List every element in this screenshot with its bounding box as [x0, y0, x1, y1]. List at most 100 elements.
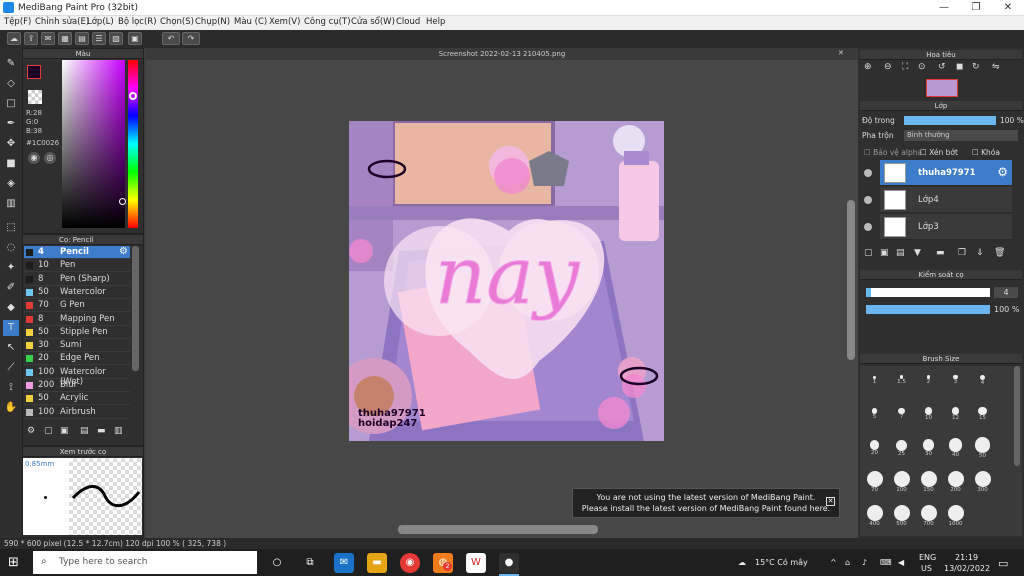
fit-icon[interactable]: ⛶	[902, 62, 908, 72]
brush-size-option[interactable]: 400	[862, 504, 887, 536]
operation-tool-icon[interactable]: ↖	[3, 340, 19, 356]
comment-icon[interactable]: ✉	[41, 32, 55, 45]
new-halftone-layer-icon[interactable]: ▣	[880, 248, 889, 258]
hand-tool-icon[interactable]: ✋	[3, 400, 19, 416]
brush-size-option[interactable]: 70	[862, 470, 887, 502]
cloud-icon[interactable]: ☁	[7, 32, 21, 45]
menu-window[interactable]: Cửa sổ(W)	[351, 17, 395, 27]
rotate-left-icon[interactable]: ↺	[938, 62, 946, 72]
new-brush-icon[interactable]: ▢	[44, 426, 53, 436]
minimize-button[interactable]: —	[928, 0, 960, 16]
select-tool-icon[interactable]: ⬚	[3, 220, 19, 236]
brush-size-option[interactable]: 500	[889, 504, 914, 536]
menu-color[interactable]: Màu (C)	[234, 17, 267, 27]
update-notice[interactable]: You are not using the latest version of …	[572, 488, 840, 518]
brush-size-slider[interactable]	[866, 288, 990, 297]
brush-size-option[interactable]: 300	[970, 470, 995, 502]
brush-size-option[interactable]: 50	[970, 436, 995, 468]
brush-size-option[interactable]: 15	[970, 402, 995, 434]
medibang-taskbar-icon[interactable]: ●	[499, 553, 519, 573]
brush-size-option[interactable]: 1	[862, 368, 887, 400]
tray-chevron-icon[interactable]: ^	[830, 558, 837, 567]
menu-select[interactable]: Chọn(S)	[160, 17, 194, 27]
brush-delete-icon[interactable]: ▥	[114, 426, 123, 436]
undo-icon[interactable]: ↶	[162, 32, 180, 45]
layer-visibility-icon[interactable]	[864, 196, 872, 204]
layer-settings-icon[interactable]: ⚙	[997, 165, 1008, 179]
brush-item[interactable]: 10 Pen	[24, 259, 130, 273]
document-tab[interactable]: Screenshot 2022-02-13 210405.png	[146, 48, 858, 60]
pen-tool-icon[interactable]: ✒	[3, 116, 19, 132]
duplicate-layer-icon[interactable]: ❐	[958, 248, 966, 258]
taskbar-search[interactable]: ⌕ Type here to search	[33, 551, 257, 574]
menu-layer[interactable]: Lớp(L)	[87, 17, 114, 27]
windows-start-icon[interactable]: ⊞	[8, 555, 19, 570]
eraser-tool-icon[interactable]: ◇	[3, 76, 19, 92]
speaker-icon[interactable]: ◀	[898, 558, 904, 567]
rect-tool-icon[interactable]: □	[3, 96, 19, 112]
brush-size-option[interactable]: 30	[916, 436, 941, 468]
task-view-icon[interactable]: ⧉	[300, 553, 320, 573]
brush-size-option[interactable]: 1.5	[889, 368, 914, 400]
brush-item[interactable]: 50 Stipple Pen	[24, 326, 130, 339]
canvas-horizontal-scrollbar[interactable]	[398, 525, 598, 534]
brush-item[interactable]: 100 Watercolor (Wet)	[24, 366, 130, 387]
brush-size-option[interactable]: 3	[943, 368, 968, 400]
flip-icon[interactable]: ⇋	[992, 62, 1000, 72]
brush-size-option[interactable]: 200	[943, 470, 968, 502]
layer-visibility-icon[interactable]	[864, 223, 872, 231]
weather-text[interactable]: 15°C Có mây	[755, 558, 808, 567]
sv-cursor[interactable]	[119, 198, 126, 205]
navigator-thumbnail[interactable]	[926, 79, 958, 97]
select-pen-icon[interactable]: ✐	[3, 280, 19, 296]
layer-row[interactable]: thuha97971 ⚙	[880, 160, 1012, 186]
layer-opacity-slider[interactable]	[904, 116, 996, 125]
brush-item[interactable]: 50 Acrylic	[24, 392, 130, 406]
brush-size-option[interactable]: 2	[916, 368, 941, 400]
palette-add-icon[interactable]: ◎	[44, 152, 56, 164]
merge-layer-icon[interactable]: ⇓	[976, 248, 984, 258]
brush-size-option[interactable]: 10	[916, 402, 941, 434]
network-icon[interactable]: ⌂	[845, 558, 850, 567]
brush-folder-icon[interactable]: ▬	[97, 426, 106, 436]
input-lang-2[interactable]: US	[921, 564, 932, 573]
gradient-tool-icon[interactable]: ▥	[3, 196, 19, 212]
fill-shape-icon[interactable]: ■	[3, 156, 19, 172]
brush-settings-icon[interactable]: ⚙	[119, 246, 128, 257]
brush-tool-icon[interactable]: ✎	[3, 56, 19, 72]
brush-item[interactable]: 8 Pen (Sharp)	[24, 273, 130, 286]
brush-item[interactable]: 20 Edge Pen	[24, 352, 130, 366]
snap-icon[interactable]: ▧	[109, 32, 123, 45]
brush-add-icon[interactable]: ⚙	[27, 426, 35, 436]
palette-icon[interactable]: ◉	[28, 152, 40, 164]
layer-menu-icon[interactable]: ▼	[914, 248, 921, 258]
hue-slider[interactable]	[128, 60, 138, 228]
text-tool-icon[interactable]: T	[3, 320, 19, 336]
doc-close-icon[interactable]: ✕	[838, 49, 844, 57]
menu-edit[interactable]: Chỉnh sửa(E)	[35, 17, 89, 27]
notice-close-icon[interactable]: ✕	[826, 497, 835, 506]
brush-size-option[interactable]: 700	[916, 504, 941, 536]
move-tool-icon[interactable]: ✥	[3, 136, 19, 152]
upload-icon[interactable]: ⇪	[24, 32, 38, 45]
menu-help[interactable]: Help	[426, 17, 445, 27]
foreground-color-swatch[interactable]	[27, 65, 41, 79]
divide-tool-icon[interactable]: ⟋	[3, 360, 19, 376]
canvas-vertical-scrollbar[interactable]	[847, 200, 855, 360]
blend-mode-select[interactable]: Bình thường	[904, 130, 1018, 141]
brush-item[interactable]: 100 Airbrush	[24, 406, 130, 419]
new-layer-icon[interactable]: ▢	[864, 248, 873, 258]
hue-handle[interactable]	[129, 92, 137, 100]
brush-size-option[interactable]: 25	[889, 436, 914, 468]
artwork-canvas[interactable]: nay thuha97971 hoidap247	[349, 121, 664, 441]
brush-list-scrollbar[interactable]	[132, 246, 139, 371]
volume-icon[interactable]: ♪	[862, 558, 867, 567]
brush-size-option[interactable]: 100	[889, 470, 914, 502]
brush-size-option[interactable]: 12	[943, 402, 968, 434]
brush-size-input[interactable]: 4	[994, 287, 1018, 298]
menu-filter[interactable]: Bộ lọc(R)	[118, 17, 157, 27]
chrome-icon[interactable]: ◉	[400, 553, 420, 573]
zoom-out-icon[interactable]: ⊖	[884, 62, 892, 72]
brush-item[interactable]: 50 Watercolor	[24, 286, 130, 299]
close-button[interactable]: ✕	[992, 0, 1024, 16]
